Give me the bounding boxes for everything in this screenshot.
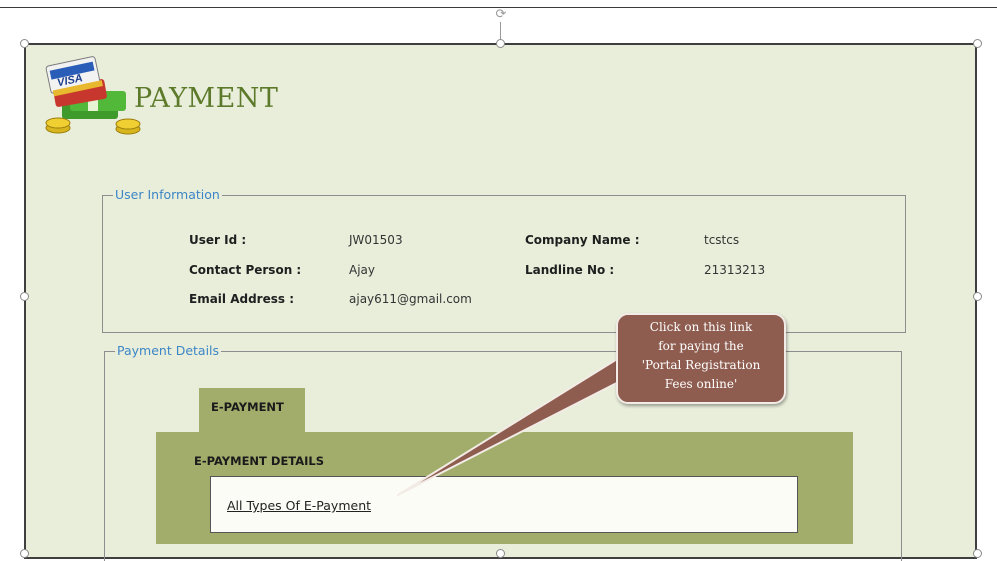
user-id-label: User Id : [189,233,247,247]
contact-person-value: Ajay [349,263,375,277]
e-payment-details-heading: E-PAYMENT DETAILS [194,454,325,468]
screenshot-frame: VISA PAYMENT User Information User Id : … [24,43,977,561]
user-information-legend: User Information [113,187,222,202]
resize-handle-bottom-right[interactable] [973,549,982,558]
callout-line-1: Click on this link [649,320,753,334]
resize-handle-top-right[interactable] [973,39,982,48]
contact-person-label: Contact Person : [189,263,302,277]
tab-e-payment[interactable]: E-PAYMENT [199,388,305,432]
resize-handle-bottom-center[interactable] [496,549,505,558]
email-address-value: ajay611@gmail.com [349,292,472,306]
rotate-handle-icon[interactable]: ⟳ [494,8,508,22]
resize-handle-top-left[interactable] [20,39,29,48]
all-types-e-payment-link[interactable]: All Types Of E-Payment [227,498,371,513]
landline-value: 21313213 [704,263,766,277]
resize-handle-bottom-left[interactable] [20,549,29,558]
callout-line-2: for paying the [658,339,744,353]
landline-label: Landline No : [525,263,615,277]
callout-tooltip: Click on this link for paying the 'Porta… [616,313,786,404]
e-payment-panel: E-PAYMENT DETAILS All Types Of E-Payment [156,432,853,544]
callout-line-3: 'Portal Registration [641,358,761,372]
company-name-value: tcstcs [704,233,740,247]
resize-handle-middle-left[interactable] [20,292,29,301]
company-name-label: Company Name : [525,233,640,247]
payment-details-legend: Payment Details [115,343,222,358]
page-title: PAYMENT [134,83,279,114]
e-payment-link-box: All Types Of E-Payment [210,476,798,533]
callout-line-4: Fees online' [664,377,738,391]
resize-handle-middle-right[interactable] [973,292,982,301]
user-information-section: User Information User Id : JW01503 Compa… [102,187,906,333]
resize-handle-top-center[interactable] [496,39,505,48]
email-address-label: Email Address : [189,292,294,306]
user-id-value: JW01503 [349,233,403,247]
